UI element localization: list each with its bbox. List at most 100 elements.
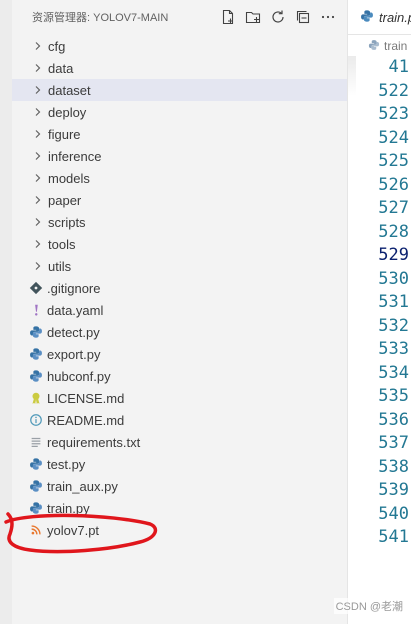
folder-deploy[interactable]: deploy bbox=[12, 101, 347, 123]
explorer-title: 资源管理器: YOLOV7-MAIN bbox=[32, 12, 169, 24]
line-number: 537 bbox=[378, 433, 409, 453]
line-number: 527 bbox=[378, 198, 409, 218]
chevron-right-icon bbox=[30, 239, 46, 249]
python-icon bbox=[368, 39, 384, 54]
file-license-md[interactable]: LICENSE.md bbox=[12, 387, 347, 409]
folder-label: dataset bbox=[48, 82, 91, 98]
file-readme-md[interactable]: README.md bbox=[12, 409, 347, 431]
python-icon bbox=[28, 457, 44, 471]
file-label: README.md bbox=[47, 412, 125, 428]
license-icon bbox=[28, 391, 44, 405]
folder-label: utils bbox=[48, 258, 72, 274]
text-file-icon bbox=[28, 435, 44, 449]
tab-label: train.p bbox=[379, 9, 411, 25]
new-folder-icon[interactable] bbox=[242, 6, 264, 28]
folder-label: figure bbox=[48, 126, 81, 142]
python-icon bbox=[28, 347, 44, 361]
file-label: train_aux.py bbox=[47, 478, 118, 494]
line-number: 41 bbox=[388, 57, 409, 77]
editor-area: train.p train 41 522 523 524 525 526 527 528 529… bbox=[348, 0, 411, 624]
chevron-right-icon bbox=[30, 129, 46, 139]
file-label: export.py bbox=[47, 346, 101, 362]
file-label: train.py bbox=[47, 500, 90, 516]
breadcrumb[interactable]: train bbox=[348, 35, 411, 57]
file-data-yaml[interactable]: data.yaml bbox=[12, 299, 347, 321]
folder-paper[interactable]: paper bbox=[12, 189, 347, 211]
file-train-aux-py[interactable]: train_aux.py bbox=[12, 475, 347, 497]
line-number: 536 bbox=[378, 409, 409, 430]
line-number: 540 bbox=[378, 503, 409, 524]
file-test-py[interactable]: test.py bbox=[12, 453, 347, 475]
chevron-right-icon bbox=[30, 63, 46, 73]
line-number: 532 bbox=[378, 315, 409, 336]
file-label: detect.py bbox=[47, 324, 100, 340]
line-number: 524 bbox=[378, 127, 409, 148]
folder-figure[interactable]: figure bbox=[12, 123, 347, 145]
git-icon bbox=[28, 281, 44, 295]
file-train-py[interactable]: train.py bbox=[12, 497, 347, 519]
folder-tools[interactable]: tools bbox=[12, 233, 347, 255]
chevron-right-icon bbox=[30, 107, 46, 117]
file-gitignore[interactable]: .gitignore bbox=[12, 277, 347, 299]
line-number: 528 bbox=[378, 221, 409, 242]
python-icon bbox=[28, 501, 44, 515]
chevron-right-icon bbox=[30, 41, 46, 51]
folder-label: deploy bbox=[48, 104, 87, 120]
line-number: 539 bbox=[378, 480, 409, 500]
python-icon bbox=[28, 369, 44, 383]
chevron-right-icon bbox=[30, 151, 46, 161]
rss-icon bbox=[28, 523, 44, 537]
folder-label: paper bbox=[48, 192, 82, 208]
folder-label: scripts bbox=[48, 214, 86, 230]
line-number: 523 bbox=[378, 104, 409, 124]
line-number-gutter: 41 522 523 524 525 526 527 528 529 530 531 532 533 53… bbox=[348, 56, 411, 550]
line-number: 534 bbox=[378, 362, 409, 383]
new-file-icon[interactable] bbox=[217, 6, 239, 28]
file-label: hubconf.py bbox=[47, 368, 111, 384]
folder-label: models bbox=[48, 170, 90, 186]
line-number: 522 bbox=[378, 80, 409, 101]
more-actions-icon[interactable] bbox=[317, 6, 339, 28]
line-number: 525 bbox=[378, 151, 409, 171]
line-number: 529 bbox=[378, 245, 409, 265]
file-detect-py[interactable]: detect.py bbox=[12, 321, 347, 343]
tab-train-py[interactable]: train.p bbox=[348, 0, 411, 34]
folder-scripts[interactable]: scripts bbox=[12, 211, 347, 233]
watermark: CSDN @老潮 bbox=[333, 598, 405, 614]
folder-label: tools bbox=[48, 236, 76, 252]
file-label: requirements.txt bbox=[47, 434, 141, 450]
folder-cfg[interactable]: cfg bbox=[12, 35, 347, 57]
file-export-py[interactable]: export.py bbox=[12, 343, 347, 365]
folder-inference[interactable]: inference bbox=[12, 145, 347, 167]
file-label: data.yaml bbox=[47, 302, 104, 318]
chevron-right-icon bbox=[30, 195, 46, 205]
file-label: .gitignore bbox=[47, 280, 101, 296]
folder-dataset[interactable]: dataset bbox=[12, 79, 347, 101]
line-number: 541 bbox=[378, 527, 409, 547]
line-number: 531 bbox=[378, 292, 409, 312]
breadcrumb-label: train bbox=[384, 39, 408, 53]
folder-label: cfg bbox=[48, 38, 66, 54]
file-yolov7-pt[interactable]: yolov7.pt bbox=[12, 519, 347, 541]
info-icon bbox=[28, 413, 44, 427]
tab-bar: train.p bbox=[348, 0, 411, 35]
line-number: 533 bbox=[378, 339, 409, 359]
python-icon bbox=[360, 9, 379, 26]
yaml-icon bbox=[28, 303, 44, 317]
file-requirements-txt[interactable]: requirements.txt bbox=[12, 431, 347, 453]
folder-models[interactable]: models bbox=[12, 167, 347, 189]
file-hubconf-py[interactable]: hubconf.py bbox=[12, 365, 347, 387]
line-number: 530 bbox=[378, 268, 409, 289]
file-label: yolov7.pt bbox=[47, 522, 100, 538]
folder-label: data bbox=[48, 60, 74, 76]
folder-utils[interactable]: utils bbox=[12, 255, 347, 277]
collapse-all-icon[interactable] bbox=[292, 6, 314, 28]
python-icon bbox=[28, 479, 44, 493]
folder-data[interactable]: data bbox=[12, 57, 347, 79]
activity-bar-edge bbox=[0, 0, 12, 624]
line-number: 538 bbox=[378, 456, 409, 477]
refresh-icon[interactable] bbox=[267, 6, 289, 28]
file-tree: cfg data dataset deploy figure inference model… bbox=[12, 35, 347, 541]
explorer-actions bbox=[217, 6, 339, 28]
python-icon bbox=[28, 325, 44, 339]
